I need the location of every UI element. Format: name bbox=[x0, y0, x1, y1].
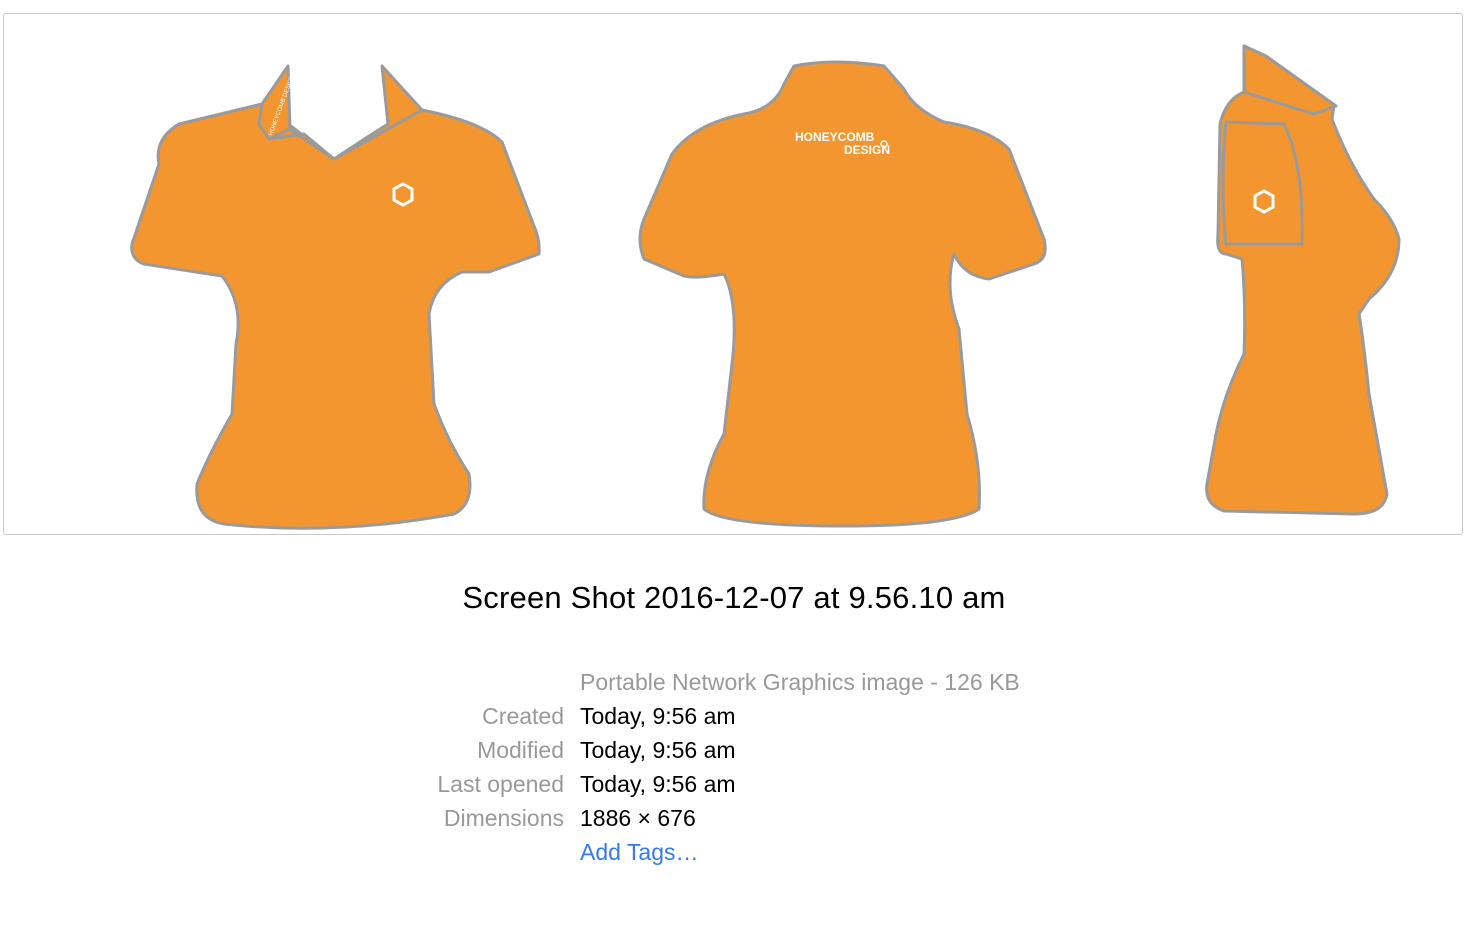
add-tags-label-spacer bbox=[380, 835, 580, 869]
last-opened-value: Today, 9:56 am bbox=[580, 771, 736, 797]
created-row: Created Today, 9:56 am bbox=[380, 699, 1280, 733]
back-logo-line2: DESIGN bbox=[844, 143, 890, 157]
front-shirt-body bbox=[130, 102, 541, 530]
modified-value: Today, 9:56 am bbox=[580, 737, 736, 763]
dimensions-value: 1886 × 676 bbox=[580, 805, 696, 831]
last-opened-row: Last opened Today, 9:56 am bbox=[380, 767, 1280, 801]
modified-label: Modified bbox=[477, 737, 564, 763]
side-shirt-body bbox=[1205, 44, 1401, 516]
dimensions-label: Dimensions bbox=[443, 805, 564, 831]
file-kind-row: Portable Network Graphics image - 126 KB bbox=[380, 665, 1280, 699]
back-logo-line1: HONEYCOMB bbox=[795, 130, 875, 144]
file-info-panel: Portable Network Graphics image - 126 KB… bbox=[380, 665, 1280, 869]
image-preview: HONEYCOMB DESIGN HONEYCOMB DESIGN bbox=[3, 13, 1463, 535]
file-name-title: Screen Shot 2016-12-07 at 9.56.10 am bbox=[462, 580, 1006, 615]
last-opened-label: Last opened bbox=[437, 771, 564, 797]
created-label: Created bbox=[482, 703, 564, 729]
file-kind-label-spacer bbox=[380, 665, 580, 699]
modified-row: Modified Today, 9:56 am bbox=[380, 733, 1280, 767]
file-kind: Portable Network Graphics image - 126 KB bbox=[580, 669, 1020, 695]
polo-shirt-illustration: HONEYCOMB DESIGN HONEYCOMB DESIGN bbox=[130, 44, 1401, 530]
created-value: Today, 9:56 am bbox=[580, 703, 736, 729]
add-tags-row: Add Tags… bbox=[380, 835, 1280, 869]
dimensions-row: Dimensions 1886 × 676 bbox=[380, 801, 1280, 835]
add-tags-link[interactable]: Add Tags… bbox=[580, 835, 698, 869]
